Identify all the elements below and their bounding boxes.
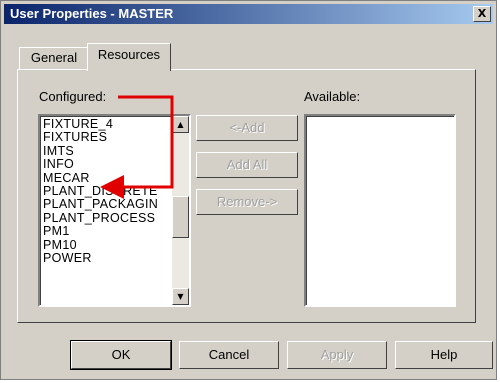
add-button[interactable]: <-Add: [196, 115, 298, 141]
configured-list-item[interactable]: PLANT_PROCESS: [43, 211, 158, 225]
tab-resources[interactable]: Resources: [87, 43, 171, 71]
add-all-button[interactable]: Add All: [196, 152, 298, 178]
available-label: Available:: [304, 89, 361, 104]
ok-button[interactable]: OK: [70, 340, 172, 370]
scroll-down-button[interactable]: ▼: [172, 288, 189, 305]
configured-list-item[interactable]: FIXTURES: [43, 130, 158, 144]
configured-list-item[interactable]: PLANT_PACKAGIN: [43, 198, 158, 212]
tab-general[interactable]: General: [19, 47, 89, 69]
user-properties-dialog: User Properties - MASTER X General Resou…: [0, 0, 497, 380]
help-button[interactable]: Help: [395, 341, 493, 369]
configured-list-item[interactable]: IMTS: [43, 144, 158, 158]
scroll-thumb[interactable]: [172, 196, 189, 238]
cancel-button[interactable]: Cancel: [179, 341, 279, 369]
available-listbox[interactable]: [304, 114, 456, 307]
remove-button[interactable]: Remove->: [196, 189, 298, 215]
close-button[interactable]: X: [473, 6, 491, 22]
scroll-up-button[interactable]: ▲: [172, 116, 189, 133]
configured-list-item[interactable]: PM1: [43, 224, 158, 238]
configured-label: Configured:: [39, 89, 107, 104]
configured-list-item[interactable]: PLANT_DISCRETE: [43, 184, 158, 198]
configured-listbox[interactable]: FIXTURE_4 FIXTURES IMTS INFO MECAR PLANT_DISC…: [38, 114, 191, 307]
configured-list: FIXTURE_4 FIXTURES IMTS INFO MECAR PLANT_DISC…: [43, 117, 158, 265]
configured-list-item[interactable]: FIXTURE_4: [43, 117, 158, 131]
window-title: User Properties - MASTER: [10, 6, 174, 21]
configured-list-item[interactable]: PM10: [43, 238, 158, 252]
apply-button[interactable]: Apply: [287, 341, 387, 369]
configured-scrollbar[interactable]: ▲ ▼: [172, 116, 189, 305]
configured-list-item[interactable]: INFO: [43, 157, 158, 171]
configured-list-item[interactable]: POWER: [43, 251, 158, 265]
title-bar[interactable]: User Properties - MASTER X: [4, 4, 493, 24]
configured-list-item[interactable]: MECAR: [43, 171, 158, 185]
